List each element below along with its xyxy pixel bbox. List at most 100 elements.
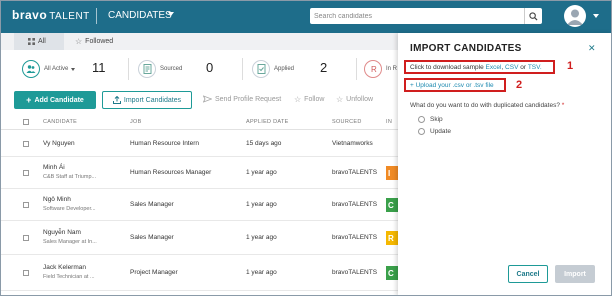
table-row[interactable]: Minh Ái C&B Staff at Triump... Human Res…	[0, 157, 398, 189]
option-skip[interactable]: Skip	[418, 116, 443, 123]
candidate-subtitle: Field Technician at ...	[43, 274, 95, 280]
download-or-text: or	[520, 63, 527, 71]
candidate-source: bravoTALENTS	[332, 269, 378, 276]
unfollow-button[interactable]: ☆ Unfollow	[336, 95, 373, 104]
duplicate-question-text: What do you want to do with duplicated c…	[410, 102, 560, 109]
radio-button[interactable]	[418, 116, 425, 123]
option-update-label: Update	[430, 128, 451, 135]
stage-badge: R	[386, 231, 398, 245]
table-row[interactable]: Vy Nguyen Human Resource Intern 15 days …	[0, 131, 398, 157]
radio-button[interactable]	[418, 128, 425, 135]
candidate-applied-date: 1 year ago	[246, 201, 277, 208]
column-header-job[interactable]: JOB	[130, 119, 142, 125]
tab-all[interactable]: All	[14, 33, 64, 50]
candidate-job: Sales Manager	[130, 201, 174, 208]
candidate-applied-date: 1 year ago	[246, 234, 277, 241]
column-header-candidate[interactable]: CANDIDATE	[43, 119, 77, 125]
logo-brand: bravo	[12, 8, 48, 22]
import-candidates-button[interactable]: Import Candidates	[102, 91, 192, 109]
logo-suffix: TALENT	[49, 11, 90, 22]
candidate-name[interactable]: Nguyễn Nam	[43, 229, 81, 236]
chevron-down-icon[interactable]	[71, 67, 76, 71]
candidate-source: bravoTALENTS	[332, 201, 378, 208]
candidate-subtitle: C&B Staff at Triump...	[43, 174, 97, 180]
candidate-source: bravoTALENTS	[332, 169, 378, 176]
stat-sourced[interactable]: Sourced	[138, 58, 182, 80]
download-csv-link[interactable]: CSV	[505, 64, 518, 71]
table-header: CANDIDATE JOB APPLIED DATE SOURCED IN	[0, 115, 398, 130]
row-checkbox[interactable]	[23, 235, 29, 241]
download-tsv-link[interactable]: TSV.	[528, 64, 542, 71]
candidate-source: bravoTALENTS	[332, 234, 378, 241]
select-all-checkbox[interactable]	[23, 119, 29, 125]
candidate-name[interactable]: Ngô Minh	[43, 196, 71, 203]
row-checkbox[interactable]	[23, 170, 29, 176]
stat-applied[interactable]: Applied	[252, 58, 294, 80]
people-icon	[22, 60, 40, 78]
svg-text:R: R	[371, 65, 377, 74]
stage-badge: C	[386, 266, 398, 280]
download-sample-text: Click to download sample	[410, 63, 484, 71]
follow-label: Follow	[304, 96, 325, 103]
table-row[interactable]: Ngô Minh Software Developer... Sales Man…	[0, 189, 398, 221]
stat-label: In R	[386, 66, 398, 72]
stat-label: Sourced	[160, 66, 183, 72]
candidate-applied-date: 1 year ago	[246, 269, 277, 276]
send-profile-request-label: Send Profile Request	[215, 95, 282, 103]
send-profile-request-button[interactable]: Send Profile Request	[203, 95, 281, 103]
import-button[interactable]: Import	[555, 265, 595, 283]
option-update[interactable]: Update	[418, 128, 451, 135]
column-header-in[interactable]: IN	[386, 119, 392, 125]
row-checkbox[interactable]	[23, 270, 29, 276]
avatar-chevron-down-icon[interactable]	[593, 14, 599, 18]
row-checkbox[interactable]	[23, 202, 29, 208]
candidate-applied-date: 1 year ago	[246, 169, 277, 176]
candidate-subtitle: Sales Manager at In...	[43, 239, 97, 245]
search-input[interactable]	[310, 8, 524, 24]
tab-followed[interactable]: ☆ Followed	[75, 33, 113, 50]
stat-count: 2	[320, 60, 328, 75]
import-candidates-label: Import Candidates	[123, 96, 182, 104]
annotation-marker-1: 1	[567, 60, 574, 72]
row-checkbox[interactable]	[23, 141, 29, 147]
column-header-applied-date[interactable]: APPLIED DATE	[246, 119, 289, 125]
upload-icon	[112, 96, 121, 104]
column-header-sourced[interactable]: SOURCED	[332, 119, 362, 125]
candidate-name[interactable]: Vy Nguyen	[43, 140, 75, 147]
app-logo[interactable]: bravo TALENT	[12, 8, 90, 22]
send-icon	[203, 95, 212, 103]
candidate-applied-date: 15 days ago	[246, 140, 282, 147]
star-icon: ☆	[75, 37, 83, 46]
table-row[interactable]: Jack Kelerman Field Technician at ... Pr…	[0, 255, 398, 291]
candidate-job: Human Resource Intern	[130, 140, 200, 147]
cancel-button[interactable]: Cancel	[508, 265, 548, 283]
upload-file-link[interactable]: + Upload your .csv or .tsv file	[404, 78, 506, 92]
close-icon[interactable]: ✕	[588, 43, 596, 54]
candidate-source: Vietnamworks	[332, 140, 373, 147]
stat-count: 11	[92, 60, 106, 75]
panel-title: IMPORT CANDIDATES	[410, 43, 522, 54]
candidate-name[interactable]: Jack Kelerman	[43, 264, 86, 271]
document-icon	[138, 60, 156, 78]
section-title[interactable]: CANDIDATES	[108, 10, 172, 21]
chevron-down-icon[interactable]	[168, 12, 174, 16]
add-candidate-button[interactable]: + Add Candidate	[14, 91, 96, 109]
stat-all-active[interactable]: All Active	[22, 58, 76, 80]
stage-badge: C	[386, 198, 398, 212]
table-row[interactable]: Nguyễn Nam Sales Manager at In... Sales …	[0, 221, 398, 255]
candidate-name[interactable]: Minh Ái	[43, 164, 65, 171]
candidate-job: Sales Manager	[130, 234, 174, 241]
avatar[interactable]	[564, 5, 586, 27]
download-sample-box: Click to download sample Excel, CSV or T…	[404, 60, 555, 74]
document-check-icon	[252, 60, 270, 78]
download-excel-link[interactable]: Excel	[486, 64, 502, 71]
top-navbar: bravo TALENT CANDIDATES	[0, 0, 612, 33]
candidate-job: Human Resources Manager	[130, 169, 212, 176]
stat-label: Applied	[274, 66, 295, 72]
stat-in-review[interactable]: R In R	[364, 58, 397, 80]
search-button[interactable]	[524, 8, 542, 24]
tab-all-label: All	[38, 38, 46, 45]
follow-button[interactable]: ☆ Follow	[294, 95, 324, 104]
stage-badge: I	[386, 166, 398, 180]
stat-count: 0	[206, 60, 214, 75]
